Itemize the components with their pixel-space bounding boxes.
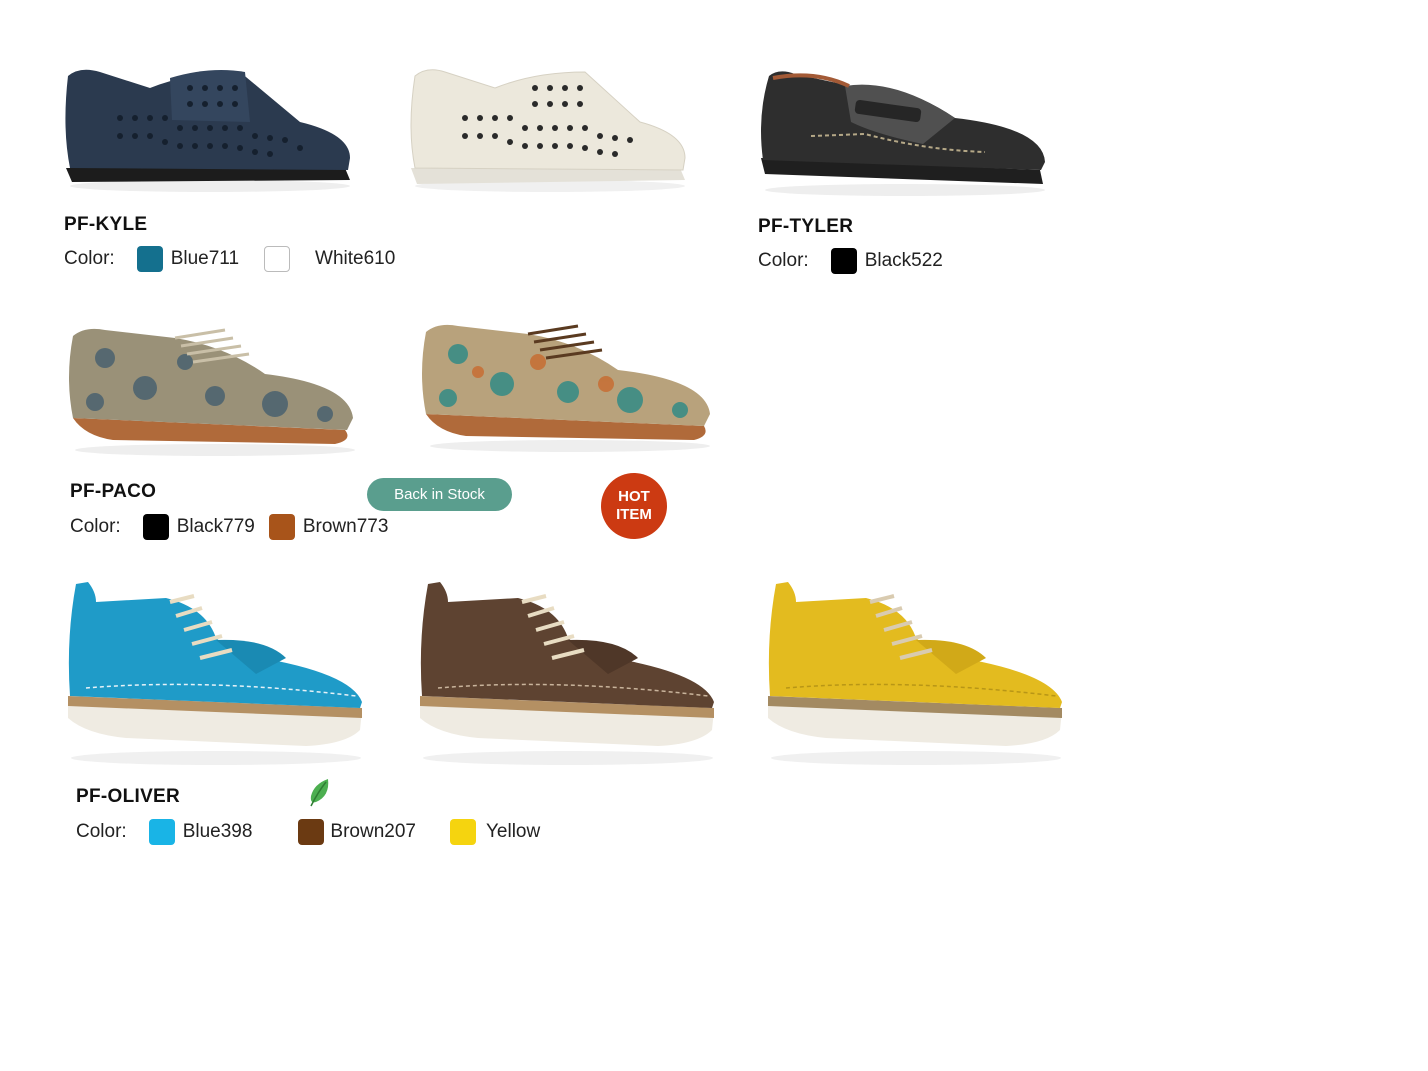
swatch-label-black522[interactable]: Black522 <box>865 250 943 272</box>
color-options-tyler: Color: Black522 <box>758 248 968 274</box>
swatch-brown773[interactable] <box>268 514 295 540</box>
product-image-paco-brown773[interactable] <box>418 314 718 459</box>
swatch-blue711[interactable] <box>136 246 163 272</box>
color-label: Color: <box>64 248 115 269</box>
product-image-oliver-blue398[interactable] <box>66 578 366 773</box>
product-title-kyle[interactable]: PF-KYLE <box>64 214 147 236</box>
swatch-label-yellow[interactable]: Yellow <box>486 821 540 843</box>
product-image-tyler-black522[interactable] <box>755 66 1050 201</box>
product-title-paco[interactable]: PF-PACO <box>70 481 156 503</box>
swatch-black779[interactable] <box>142 514 169 540</box>
swatch-label-blue711[interactable]: Blue711 <box>171 248 239 270</box>
hot-item-badge: HOT ITEM <box>601 473 667 539</box>
product-image-kyle-blue711[interactable] <box>60 58 355 198</box>
swatch-label-brown207[interactable]: Brown207 <box>330 821 416 843</box>
product-image-oliver-brown207[interactable] <box>418 578 718 773</box>
swatch-white610[interactable] <box>264 246 291 272</box>
product-image-oliver-yellow[interactable] <box>766 578 1066 773</box>
swatch-label-brown773[interactable]: Brown773 <box>303 516 389 538</box>
swatch-blue398[interactable] <box>148 819 175 845</box>
hot-item-badge-line2: ITEM <box>616 506 652 523</box>
swatch-label-blue398[interactable]: Blue398 <box>183 821 253 843</box>
swatch-black522[interactable] <box>830 248 857 274</box>
product-title-tyler[interactable]: PF-TYLER <box>758 216 853 238</box>
swatch-label-black779[interactable]: Black779 <box>177 516 255 538</box>
color-options-paco: Color: Black779 Brown773 <box>70 514 413 540</box>
swatch-yellow[interactable] <box>449 819 476 845</box>
color-label: Color: <box>758 250 809 271</box>
swatch-brown207[interactable] <box>298 819 325 845</box>
back-in-stock-badge: Back in Stock <box>367 478 512 511</box>
color-options-oliver: Color: Blue398 Brown207 Yellow <box>76 819 565 845</box>
color-label: Color: <box>70 516 121 537</box>
product-image-kyle-white610[interactable] <box>405 58 690 198</box>
color-label: Color: <box>76 821 127 842</box>
swatch-label-white610[interactable]: White610 <box>315 248 395 270</box>
leaf-icon <box>310 779 329 807</box>
product-image-paco-black779[interactable] <box>65 318 360 463</box>
hot-item-badge-line1: HOT <box>618 488 650 505</box>
color-options-kyle: Color: Blue711 White610 <box>64 246 420 272</box>
product-title-oliver[interactable]: PF-OLIVER <box>76 786 180 808</box>
